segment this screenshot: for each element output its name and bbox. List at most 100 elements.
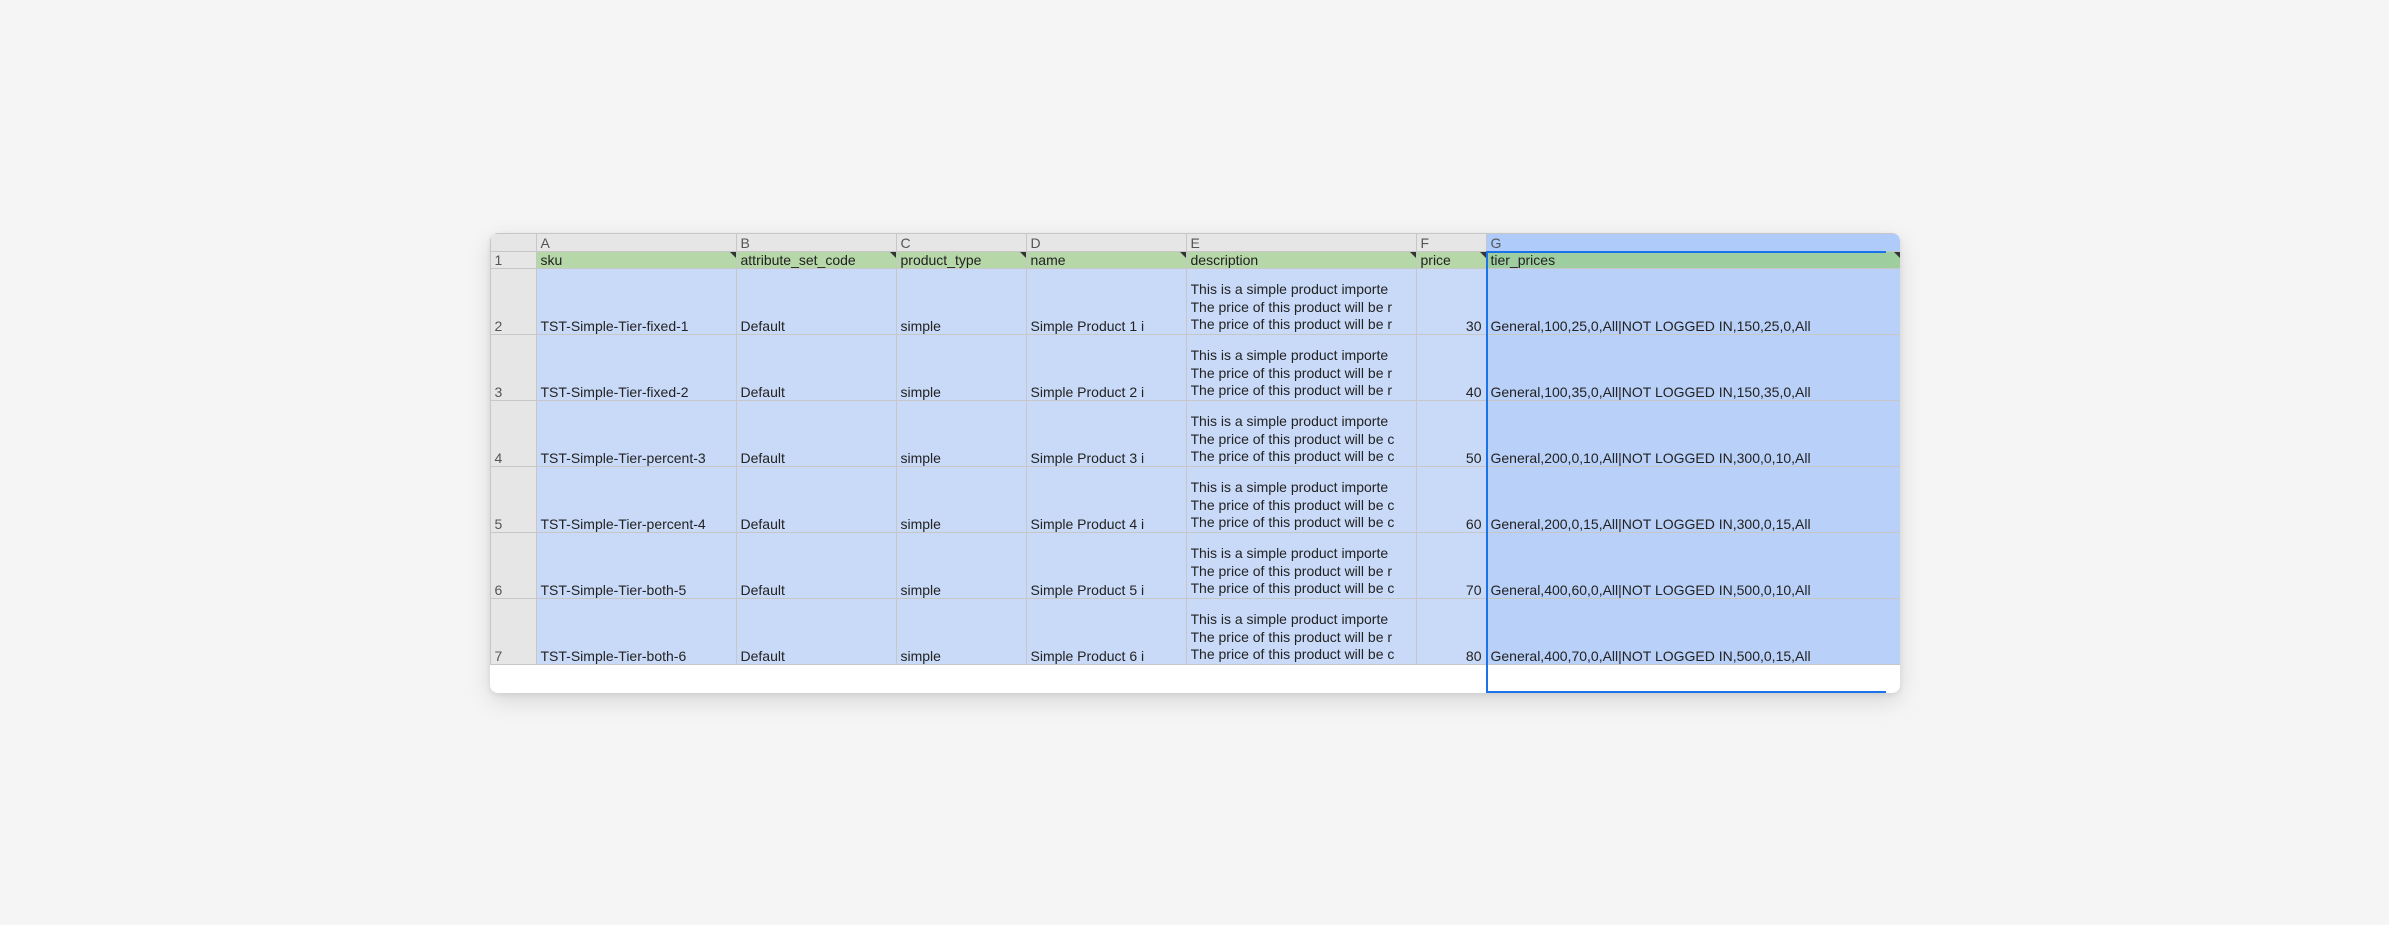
cell-description[interactable]: This is a simple product importeThe pric… bbox=[1186, 532, 1416, 598]
col-header-D[interactable]: D bbox=[1026, 233, 1186, 251]
spreadsheet[interactable]: A B C D E F G 1 sku attribute_set_code p… bbox=[490, 233, 1900, 693]
cell-attribute-set-code[interactable]: Default bbox=[736, 268, 896, 334]
row-header-2[interactable]: 2 bbox=[490, 268, 536, 334]
cell-sku[interactable]: TST-Simple-Tier-percent-3 bbox=[536, 400, 736, 466]
cell-product-type[interactable]: simple bbox=[896, 598, 1026, 664]
table-row: 7TST-Simple-Tier-both-6DefaultsimpleSimp… bbox=[490, 598, 1900, 664]
cell-attribute-set-code[interactable]: Default bbox=[736, 400, 896, 466]
cell-tier-prices[interactable]: General,100,35,0,All|NOT LOGGED IN,150,3… bbox=[1486, 334, 1900, 400]
note-indicator-icon[interactable] bbox=[890, 252, 896, 258]
grid[interactable]: A B C D E F G 1 sku attribute_set_code p… bbox=[490, 233, 1900, 665]
cell-price[interactable]: 30 bbox=[1416, 268, 1486, 334]
header-label: description bbox=[1191, 252, 1259, 268]
table-row: 5TST-Simple-Tier-percent-4DefaultsimpleS… bbox=[490, 466, 1900, 532]
cell-name[interactable]: Simple Product 6 i bbox=[1026, 598, 1186, 664]
description-line: The price of this product will be c bbox=[1191, 431, 1412, 449]
description-line: This is a simple product importe bbox=[1191, 611, 1412, 629]
row-header-1[interactable]: 1 bbox=[490, 251, 536, 268]
cell-price[interactable]: 60 bbox=[1416, 466, 1486, 532]
description-line: The price of this product will be r bbox=[1191, 382, 1412, 400]
cell-sku[interactable]: TST-Simple-Tier-both-6 bbox=[536, 598, 736, 664]
cell-name[interactable]: Simple Product 1 i bbox=[1026, 268, 1186, 334]
cell-sku[interactable]: TST-Simple-Tier-fixed-2 bbox=[536, 334, 736, 400]
table-header-row: 1 sku attribute_set_code product_type na… bbox=[490, 251, 1900, 268]
col-header-A[interactable]: A bbox=[536, 233, 736, 251]
cell-name[interactable]: Simple Product 4 i bbox=[1026, 466, 1186, 532]
description-line: The price of this product will be r bbox=[1191, 316, 1412, 334]
description-line: The price of this product will be c bbox=[1191, 580, 1412, 598]
cell-attribute-set-code[interactable]: Default bbox=[736, 532, 896, 598]
cell-name[interactable]: Simple Product 2 i bbox=[1026, 334, 1186, 400]
header-label: price bbox=[1421, 252, 1451, 268]
header-cell-tier-prices[interactable]: tier_prices bbox=[1486, 251, 1900, 268]
row-header-4[interactable]: 4 bbox=[490, 400, 536, 466]
header-cell-price[interactable]: price bbox=[1416, 251, 1486, 268]
cell-price[interactable]: 40 bbox=[1416, 334, 1486, 400]
cell-tier-prices[interactable]: General,400,60,0,All|NOT LOGGED IN,500,0… bbox=[1486, 532, 1900, 598]
note-indicator-icon[interactable] bbox=[1180, 252, 1186, 258]
col-header-B[interactable]: B bbox=[736, 233, 896, 251]
cell-product-type[interactable]: simple bbox=[896, 400, 1026, 466]
cell-description[interactable]: This is a simple product importeThe pric… bbox=[1186, 400, 1416, 466]
description-line: The price of this product will be c bbox=[1191, 497, 1412, 515]
row-header-3[interactable]: 3 bbox=[490, 334, 536, 400]
description-line: This is a simple product importe bbox=[1191, 545, 1412, 563]
row-header-6[interactable]: 6 bbox=[490, 532, 536, 598]
cell-price[interactable]: 70 bbox=[1416, 532, 1486, 598]
table-row: 2TST-Simple-Tier-fixed-1DefaultsimpleSim… bbox=[490, 268, 1900, 334]
cell-sku[interactable]: TST-Simple-Tier-fixed-1 bbox=[536, 268, 736, 334]
cell-name[interactable]: Simple Product 3 i bbox=[1026, 400, 1186, 466]
description-line: The price of this product will be c bbox=[1191, 646, 1412, 664]
header-cell-product-type[interactable]: product_type bbox=[896, 251, 1026, 268]
cell-tier-prices[interactable]: General,200,0,15,All|NOT LOGGED IN,300,0… bbox=[1486, 466, 1900, 532]
col-header-C[interactable]: C bbox=[896, 233, 1026, 251]
note-indicator-icon[interactable] bbox=[1480, 252, 1486, 258]
cell-tier-prices[interactable]: General,100,25,0,All|NOT LOGGED IN,150,2… bbox=[1486, 268, 1900, 334]
description-line: This is a simple product importe bbox=[1191, 347, 1412, 365]
cell-tier-prices[interactable]: General,400,70,0,All|NOT LOGGED IN,500,0… bbox=[1486, 598, 1900, 664]
cell-price[interactable]: 80 bbox=[1416, 598, 1486, 664]
header-label: sku bbox=[541, 252, 563, 268]
cell-tier-prices[interactable]: General,200,0,10,All|NOT LOGGED IN,300,0… bbox=[1486, 400, 1900, 466]
col-header-F[interactable]: F bbox=[1416, 233, 1486, 251]
description-line: The price of this product will be r bbox=[1191, 299, 1412, 317]
cell-product-type[interactable]: simple bbox=[896, 268, 1026, 334]
cell-description[interactable]: This is a simple product importe The pric… bbox=[1186, 334, 1416, 400]
cell-price[interactable]: 50 bbox=[1416, 400, 1486, 466]
cell-attribute-set-code[interactable]: Default bbox=[736, 598, 896, 664]
description-line: The price of this product will be c bbox=[1191, 514, 1412, 532]
table-row: 3TST-Simple-Tier-fixed-2DefaultsimpleSim… bbox=[490, 334, 1900, 400]
cell-attribute-set-code[interactable]: Default bbox=[736, 466, 896, 532]
header-label: product_type bbox=[901, 252, 982, 268]
row-header-7[interactable]: 7 bbox=[490, 598, 536, 664]
cell-description[interactable]: This is a simple product importeThe pric… bbox=[1186, 268, 1416, 334]
cell-product-type[interactable]: simple bbox=[896, 466, 1026, 532]
cell-product-type[interactable]: simple bbox=[896, 334, 1026, 400]
col-header-E[interactable]: E bbox=[1186, 233, 1416, 251]
cell-description[interactable]: This is a simple product importe The pric… bbox=[1186, 598, 1416, 664]
note-indicator-icon[interactable] bbox=[730, 252, 736, 258]
cell-attribute-set-code[interactable]: Default bbox=[736, 334, 896, 400]
cell-sku[interactable]: TST-Simple-Tier-both-5 bbox=[536, 532, 736, 598]
cell-sku[interactable]: TST-Simple-Tier-percent-4 bbox=[536, 466, 736, 532]
header-label: name bbox=[1031, 252, 1066, 268]
note-indicator-icon[interactable] bbox=[1410, 252, 1416, 258]
header-cell-description[interactable]: description bbox=[1186, 251, 1416, 268]
cell-description[interactable]: This is a simple product importeThe pric… bbox=[1186, 466, 1416, 532]
select-all-corner[interactable] bbox=[490, 233, 536, 251]
table-row: 6TST-Simple-Tier-both-5DefaultsimpleSimp… bbox=[490, 532, 1900, 598]
col-header-G[interactable]: G bbox=[1486, 233, 1900, 251]
header-label: attribute_set_code bbox=[741, 252, 856, 268]
description-line: This is a simple product importe bbox=[1191, 413, 1412, 431]
description-line: The price of this product will be r bbox=[1191, 563, 1412, 581]
cell-name[interactable]: Simple Product 5 i bbox=[1026, 532, 1186, 598]
header-cell-sku[interactable]: sku bbox=[536, 251, 736, 268]
header-cell-name[interactable]: name bbox=[1026, 251, 1186, 268]
cell-product-type[interactable]: simple bbox=[896, 532, 1026, 598]
table-row: 4TST-Simple-Tier-percent-3DefaultsimpleS… bbox=[490, 400, 1900, 466]
note-indicator-icon[interactable] bbox=[1020, 252, 1026, 258]
row-header-5[interactable]: 5 bbox=[490, 466, 536, 532]
note-indicator-icon[interactable] bbox=[1894, 252, 1900, 258]
header-cell-attribute-set-code[interactable]: attribute_set_code bbox=[736, 251, 896, 268]
header-label: tier_prices bbox=[1491, 252, 1556, 268]
